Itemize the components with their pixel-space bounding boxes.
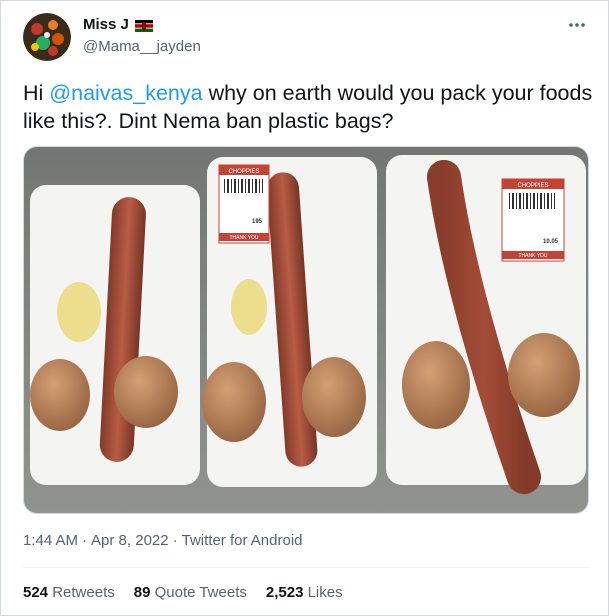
tweet-text-intro: Hi — [23, 81, 50, 105]
quotes-count: 89 — [133, 584, 151, 601]
meta-separator: · — [172, 532, 178, 549]
divider — [23, 567, 589, 568]
meta-separator: · — [82, 532, 88, 549]
mention-link[interactable]: @naivas_kenya — [49, 81, 202, 105]
tweet-meta: 1:44 AM · Apr 8, 2022 · Twitter for Andr… — [23, 532, 303, 549]
retweets-label: Retweets — [52, 584, 115, 601]
display-name[interactable]: Miss J — [83, 16, 129, 33]
likes-count: 2,523 — [265, 584, 304, 601]
tweet-card: Miss J @Mama__jayden Hi @naivas_kenya wh… — [0, 0, 609, 616]
quote-tweets-stat[interactable]: 89 Quote Tweets — [134, 584, 247, 601]
likes-label: Likes — [307, 584, 343, 601]
kenya-flag-icon — [134, 19, 153, 32]
quotes-label: Quote Tweets — [154, 584, 247, 601]
retweets-stat[interactable]: 524 Retweets — [23, 584, 115, 601]
author-name-row[interactable]: Miss J — [83, 16, 153, 33]
avatar[interactable] — [23, 13, 71, 61]
more-options-icon[interactable] — [566, 14, 588, 36]
likes-stat[interactable]: 2,523 Likes — [266, 584, 343, 601]
tweet-source[interactable]: Twitter for Android — [182, 532, 303, 549]
tweet-time[interactable]: 1:44 AM — [23, 532, 78, 549]
engagement-stats: 524 Retweets 89 Quote Tweets 2,523 Likes — [23, 584, 343, 601]
tweet-date[interactable]: Apr 8, 2022 — [91, 532, 169, 549]
tweet-photo[interactable]: CHOPPIES 195 THANK YOU CHOPPIES 10.05 TH… — [23, 146, 589, 514]
author-handle[interactable]: @Mama__jayden — [83, 38, 201, 55]
retweets-count: 524 — [23, 584, 49, 601]
tweet-text: Hi @naivas_kenya why on earth would you … — [23, 79, 593, 135]
